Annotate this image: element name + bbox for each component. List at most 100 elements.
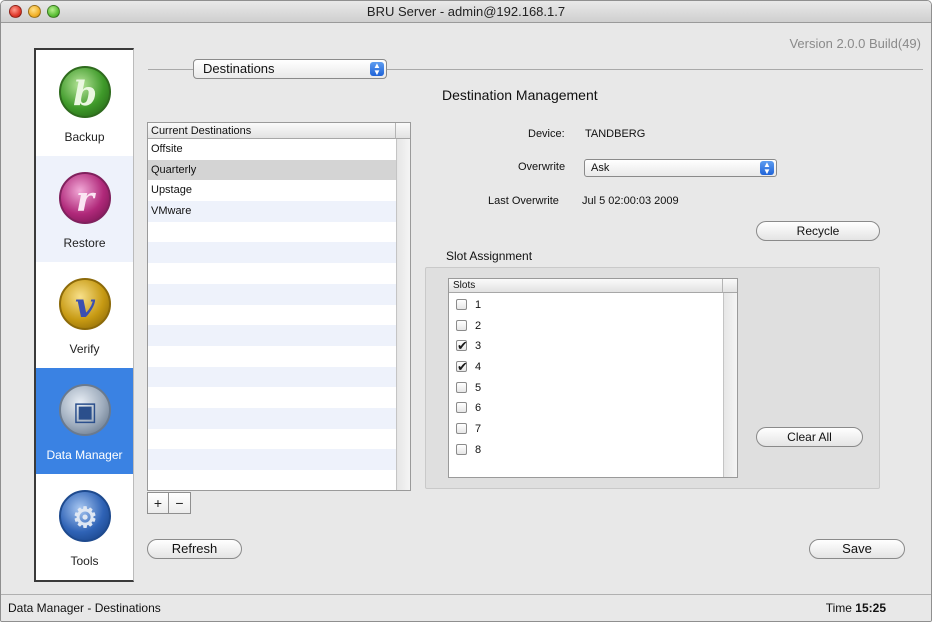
slot-item: ✔ 4 [455,357,481,378]
slot-item: ✔ 3 [455,336,481,357]
slot-label: 6 [475,402,482,415]
slot-label: 2 [475,319,482,332]
slot-checkbox[interactable]: ✔ [456,299,467,310]
last-overwrite-label: Last Overwrite [488,195,559,207]
time-label: Time [825,601,852,615]
verify-icon: v [59,278,111,330]
slot-item: ✔7 [455,419,481,440]
slot-item: ✔5 [455,378,481,399]
destinations-list[interactable]: Current Destinations Offsite Quarterly Ups… [147,122,411,491]
slot-checkbox[interactable]: ✔ [456,443,467,455]
empty-list-row [148,305,396,326]
slot-item: ✔8 [455,440,481,461]
slots-column-header[interactable]: Slots [449,279,723,293]
empty-list-row [148,366,396,388]
popup-arrows-icon: ▲ ▼ [760,161,774,176]
slot-assignment-title: Slot Assignment [446,249,533,263]
app-window: BRU Server - admin@192.168.1.7 Version 2… [0,0,932,622]
slots-rows: ✔1✔2✔3✔4✔5✔6✔7✔8 [455,295,481,461]
slot-label: 5 [475,381,482,394]
list-item[interactable]: Upstage [148,180,396,201]
destinations-scrollbar[interactable] [396,139,410,490]
time-value: 15:25 [855,601,886,615]
list-item[interactable]: VMware [148,201,396,222]
sidebar-item-label: Data Manager [46,448,123,462]
sidebar-item-data-manager[interactable]: ▣ Data Manager [36,368,133,474]
window-title: BRU Server - admin@192.168.1.7 [366,4,566,19]
sidebar-item-backup[interactable]: b Backup [36,50,133,156]
refresh-button[interactable]: Refresh [147,539,242,559]
sidebar-item-restore[interactable]: r Restore [36,156,133,262]
slot-checkbox[interactable]: ✔ [456,423,467,435]
slot-label: 8 [475,443,482,456]
slots-list[interactable]: Slots ✔1✔2✔3✔4✔5✔6✔7✔8 [448,278,738,478]
empty-list-row [148,222,396,243]
header-corner [723,279,737,293]
slot-item: ✔1 [455,295,481,316]
save-button[interactable]: Save [809,539,905,559]
slot-label: 3 [475,340,482,353]
destinations-column-header[interactable]: Current Destinations [148,123,396,139]
status-bar: Data Manager - Destinations Time 15:25 [1,594,931,621]
last-overwrite-value: Jul 5 02:00:03 2009 [582,195,679,207]
overwrite-label: Overwrite [518,161,566,173]
section-select-value: Destinations [203,61,275,76]
slot-item: ✔2 [455,316,481,337]
empty-list-row [148,470,396,490]
sidebar: b Backup r Restore v Verify ▣ Data Manag… [34,48,134,582]
data-manager-icon: ▣ [59,384,111,436]
popup-arrows-icon: ▲ ▼ [370,62,384,77]
slot-checkbox[interactable]: ✔ [456,402,467,414]
version-label: Version 2.0.0 Build(49) [789,36,921,51]
slot-checkbox[interactable]: ✔ [456,381,467,393]
slot-checkbox[interactable]: ✔ [456,338,468,353]
sidebar-item-label: Tools [70,554,99,568]
slot-label: 1 [475,299,482,311]
section-select[interactable]: Destinations ▲ ▼ [193,59,387,79]
destinations-rows: Offsite Quarterly Upstage VMware [148,139,396,490]
device-label: Device: [528,128,565,140]
header-corner [396,123,410,139]
slot-label: 7 [475,423,482,436]
empty-list-row [148,242,396,264]
close-window-button[interactable] [9,5,22,18]
zoom-window-button[interactable] [47,5,60,18]
title-bar: BRU Server - admin@192.168.1.7 [1,1,931,23]
sidebar-item-label: Backup [64,130,105,144]
empty-list-row [148,325,396,346]
device-value: TANDBERG [585,128,646,140]
minimize-window-button[interactable] [28,5,41,18]
checkmark-icon: ✔ [457,359,468,375]
add-remove-group: + − [147,492,191,514]
clear-all-button[interactable]: Clear All [756,427,863,447]
sidebar-item-label: Verify [69,342,100,356]
sidebar-item-verify[interactable]: v Verify [36,262,133,368]
restore-icon: r [59,172,111,224]
content-area: Version 2.0.0 Build(49) b Backup r Resto… [1,24,931,594]
status-text: Data Manager - Destinations [8,601,161,615]
empty-list-row [148,449,396,470]
overwrite-select-value: Ask [591,162,610,174]
slot-checkbox[interactable]: ✔ [456,319,467,331]
slot-checkbox[interactable]: ✔ [456,359,468,374]
sidebar-item-tools[interactable]: ⚙ Tools [36,474,133,580]
empty-list-row [148,429,396,450]
checkmark-icon: ✔ [457,338,468,354]
sidebar-item-label: Restore [63,236,106,250]
recycle-button[interactable]: Recycle [756,221,880,241]
list-item[interactable]: Quarterly [148,159,396,181]
slot-label: 4 [475,361,482,374]
page-title: Destination Management [442,87,598,103]
empty-list-row [148,346,396,367]
add-destination-button[interactable]: + [148,493,169,513]
tools-icon: ⚙ [59,490,111,542]
overwrite-select[interactable]: Ask ▲ ▼ [584,159,777,177]
slots-scrollbar[interactable] [723,293,737,477]
empty-list-row [148,263,396,284]
empty-list-row [148,283,396,305]
backup-icon: b [59,66,111,118]
empty-list-row [148,407,396,429]
list-item[interactable]: Offsite [148,139,396,160]
remove-destination-button[interactable]: − [169,493,190,513]
slot-item: ✔6 [455,398,481,419]
